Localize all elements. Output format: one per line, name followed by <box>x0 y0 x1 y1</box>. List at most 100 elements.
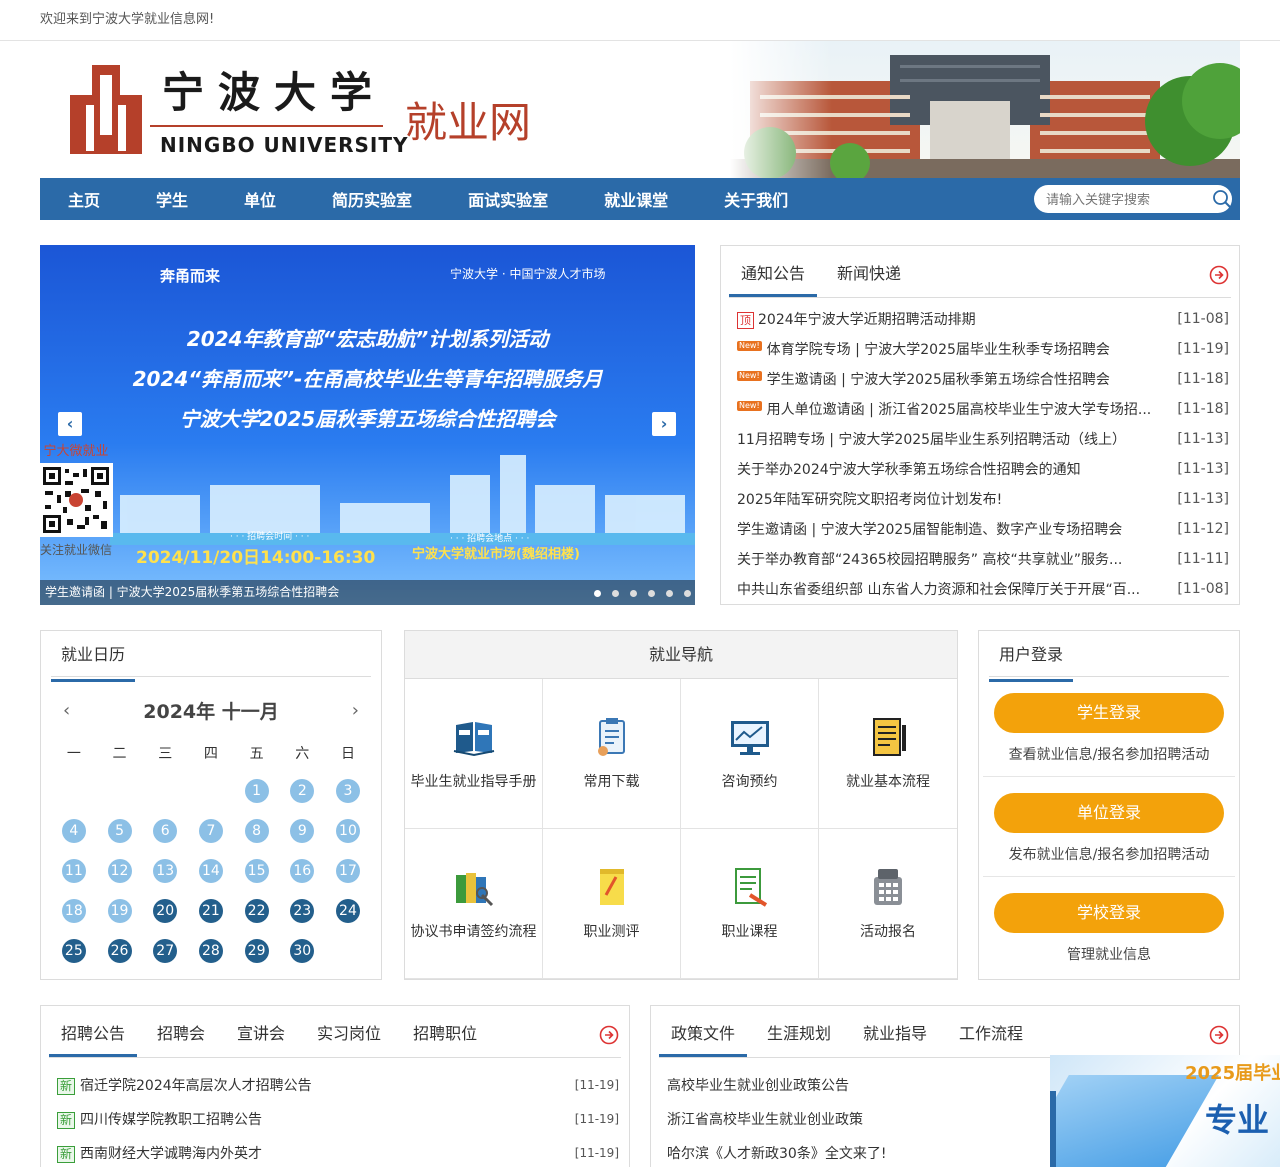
nav-career-class[interactable]: 就业课堂 <box>604 187 668 211</box>
more-arrow-icon[interactable] <box>1209 265 1229 285</box>
guide-item-assessment[interactable]: 职业测评 <box>543 829 681 979</box>
wechat-qr[interactable]: 宁大微就业 关注就业微信 <box>26 440 126 558</box>
calendar-day[interactable]: 29 <box>234 931 280 971</box>
nav-home[interactable]: 主页 <box>68 187 100 211</box>
calendar-day[interactable]: 13 <box>142 851 188 891</box>
more-arrow-icon[interactable] <box>599 1025 619 1045</box>
carousel-dot[interactable] <box>648 590 655 597</box>
calendar-day[interactable]: 16 <box>279 851 325 891</box>
carousel-dot[interactable] <box>630 590 637 597</box>
calendar-day[interactable]: 11 <box>51 851 97 891</box>
calendar-day[interactable]: 3 <box>325 771 371 811</box>
carousel-dot[interactable] <box>594 590 601 597</box>
logo-divider <box>150 125 383 127</box>
calendar-day[interactable]: 20 <box>142 891 188 931</box>
guide-item-downloads[interactable]: 常用下载 <box>543 679 681 829</box>
calendar-day[interactable]: 1 <box>234 771 280 811</box>
guide-item-course[interactable]: 职业课程 <box>681 829 819 979</box>
student-login-button[interactable]: 学生登录 <box>994 693 1224 733</box>
nav-interview-lab[interactable]: 面试实验室 <box>468 187 548 211</box>
guide-item-signup[interactable]: 活动报名 <box>819 829 957 979</box>
calendar-day[interactable]: 23 <box>279 891 325 931</box>
calendar-next-month[interactable]: › <box>352 700 359 721</box>
calendar-day[interactable]: 17 <box>325 851 371 891</box>
notice-item[interactable]: 学生邀请函 | 宁波大学2025届智能制造、数字产业专场招聘会 [11-12] <box>737 514 1229 544</box>
calendar-day[interactable]: 18 <box>51 891 97 931</box>
notice-item[interactable]: 关于举办教育部“24365校园招聘服务” 高校“共享就业”服务... [11-11… <box>737 544 1229 574</box>
company-login-desc: 发布就业信息/报名参加招聘活动 <box>1008 847 1210 863</box>
guide-item-consult[interactable]: 咨询预约 <box>681 679 819 829</box>
notice-text: 学生邀请函 | 宁波大学2025届秋季第五场综合性招聘会 <box>766 372 1110 388</box>
calendar-day[interactable]: 28 <box>188 931 234 971</box>
calendar-day[interactable]: 26 <box>97 931 143 971</box>
tab-policy[interactable]: 政策文件 <box>659 1006 748 1057</box>
notice-item[interactable]: 关于举办2024宁波大学秋季第五场综合性招聘会的通知 [11-13] <box>737 454 1229 484</box>
tab-internship[interactable]: 实习岗位 <box>305 1006 393 1057</box>
guide-item-handbook[interactable]: 毕业生就业指导手册 <box>405 679 543 829</box>
nav-about[interactable]: 关于我们 <box>724 187 788 211</box>
calendar-day[interactable]: 10 <box>325 811 371 851</box>
notice-item[interactable]: New! 用人单位邀请函 | 浙江省2025届高校毕业生宁波大学专场招... [11… <box>737 394 1229 424</box>
carousel-next-button[interactable]: › <box>652 412 676 436</box>
recruitment-item[interactable]: 新宿迁学院2024年高层次人才招聘公告 [11-19] <box>57 1068 619 1102</box>
search-icon[interactable] <box>1212 189 1232 209</box>
nav-resume-lab[interactable]: 简历实验室 <box>332 187 412 211</box>
calendar-day[interactable]: 22 <box>234 891 280 931</box>
calendar-day[interactable]: 30 <box>279 931 325 971</box>
tab-guidance[interactable]: 就业指导 <box>851 1006 939 1057</box>
calendar-day-number: 29 <box>244 939 269 963</box>
calendar-day[interactable]: 15 <box>234 851 280 891</box>
tab-career-plan[interactable]: 生涯规划 <box>755 1006 843 1057</box>
calendar-day[interactable]: 25 <box>51 931 97 971</box>
calendar-day[interactable]: 4 <box>51 811 97 851</box>
carousel-dot[interactable] <box>684 590 691 597</box>
nav-company[interactable]: 单位 <box>244 187 276 211</box>
search-input[interactable] <box>1046 191 1206 207</box>
university-logo[interactable]: 宁波大学 NINGBO UNIVERSITY <box>70 59 407 159</box>
calendar-day[interactable]: 8 <box>234 811 280 851</box>
company-login-button[interactable]: 单位登录 <box>994 793 1224 833</box>
calendar-day[interactable]: 14 <box>188 851 234 891</box>
school-login-button[interactable]: 学校登录 <box>994 893 1224 933</box>
calendar-prev-month[interactable]: ‹ <box>63 700 70 721</box>
site-name: 就业网 <box>405 98 532 147</box>
guide-item-process[interactable]: 就业基本流程 <box>819 679 957 829</box>
calendar-day[interactable]: 2 <box>279 771 325 811</box>
calendar-day[interactable]: 6 <box>142 811 188 851</box>
calendar-day[interactable]: 24 <box>325 891 371 931</box>
tab-notices[interactable]: 通知公告 <box>729 246 818 297</box>
calendar-day[interactable]: 21 <box>188 891 234 931</box>
tab-workflow[interactable]: 工作流程 <box>947 1006 1035 1057</box>
calendar-day-number: 24 <box>335 899 360 923</box>
tab-job-fair[interactable]: 招聘会 <box>145 1006 217 1057</box>
carousel-prev-button[interactable]: ‹ <box>58 412 82 436</box>
notice-text: 关于举办2024宁波大学秋季第五场综合性招聘会的通知 <box>737 462 1081 478</box>
news-carousel[interactable]: 奔甬而来 宁波大学 · 中国宁波人才市场 2024年教育部“宏志助航”计划系列活… <box>40 245 695 605</box>
tab-positions[interactable]: 招聘职位 <box>401 1006 489 1057</box>
calendar-day[interactable]: 12 <box>97 851 143 891</box>
notice-item[interactable]: 11月招聘专场 | 宁波大学2025届毕业生系列招聘活动（线上） [11-13] <box>737 424 1229 454</box>
calendar-day[interactable]: 19 <box>97 891 143 931</box>
carousel-dot[interactable] <box>666 590 673 597</box>
nav-student[interactable]: 学生 <box>156 187 188 211</box>
calendar-day[interactable]: 9 <box>279 811 325 851</box>
calendar-day[interactable]: 5 <box>97 811 143 851</box>
recruitment-title: 新西南财经大学诚聘海内外英才 <box>57 1143 575 1163</box>
guide-item-agreement[interactable]: 协议书申请签约流程 <box>405 829 543 979</box>
notice-item[interactable]: New! 学生邀请函 | 宁波大学2025届秋季第五场综合性招聘会 [11-18] <box>737 364 1229 394</box>
recruitment-item[interactable]: 新四川传媒学院教职工招聘公告 [11-19] <box>57 1102 619 1136</box>
notice-item[interactable]: 中共山东省委组织部 山东省人力资源和社会保障厅关于开展“百... [11-08] <box>737 574 1229 604</box>
recruitment-item[interactable]: 新西南财经大学诚聘海内外英才 [11-19] <box>57 1136 619 1167</box>
tab-news[interactable]: 新闻快递 <box>825 246 913 297</box>
tab-recruit-notice[interactable]: 招聘公告 <box>49 1006 138 1057</box>
calendar-day[interactable]: 7 <box>188 811 234 851</box>
notice-item[interactable]: New! 体育学院专场 | 宁波大学2025届毕业生秋季专场招聘会 [11-19] <box>737 334 1229 364</box>
floating-ad[interactable]: 2025届毕业 专业 <box>1050 1055 1280 1167</box>
tab-presentation[interactable]: 宣讲会 <box>225 1006 297 1057</box>
more-arrow-icon[interactable] <box>1209 1025 1229 1045</box>
calendar-day-number: 5 <box>107 819 132 843</box>
notice-item[interactable]: 顶 2024年宁波大学近期招聘活动排期 [11-08] <box>737 304 1229 334</box>
calendar-day[interactable]: 27 <box>142 931 188 971</box>
carousel-dot[interactable] <box>612 590 619 597</box>
notice-item[interactable]: 2025年陆军研究院文职招考岗位计划发布! [11-13] <box>737 484 1229 514</box>
